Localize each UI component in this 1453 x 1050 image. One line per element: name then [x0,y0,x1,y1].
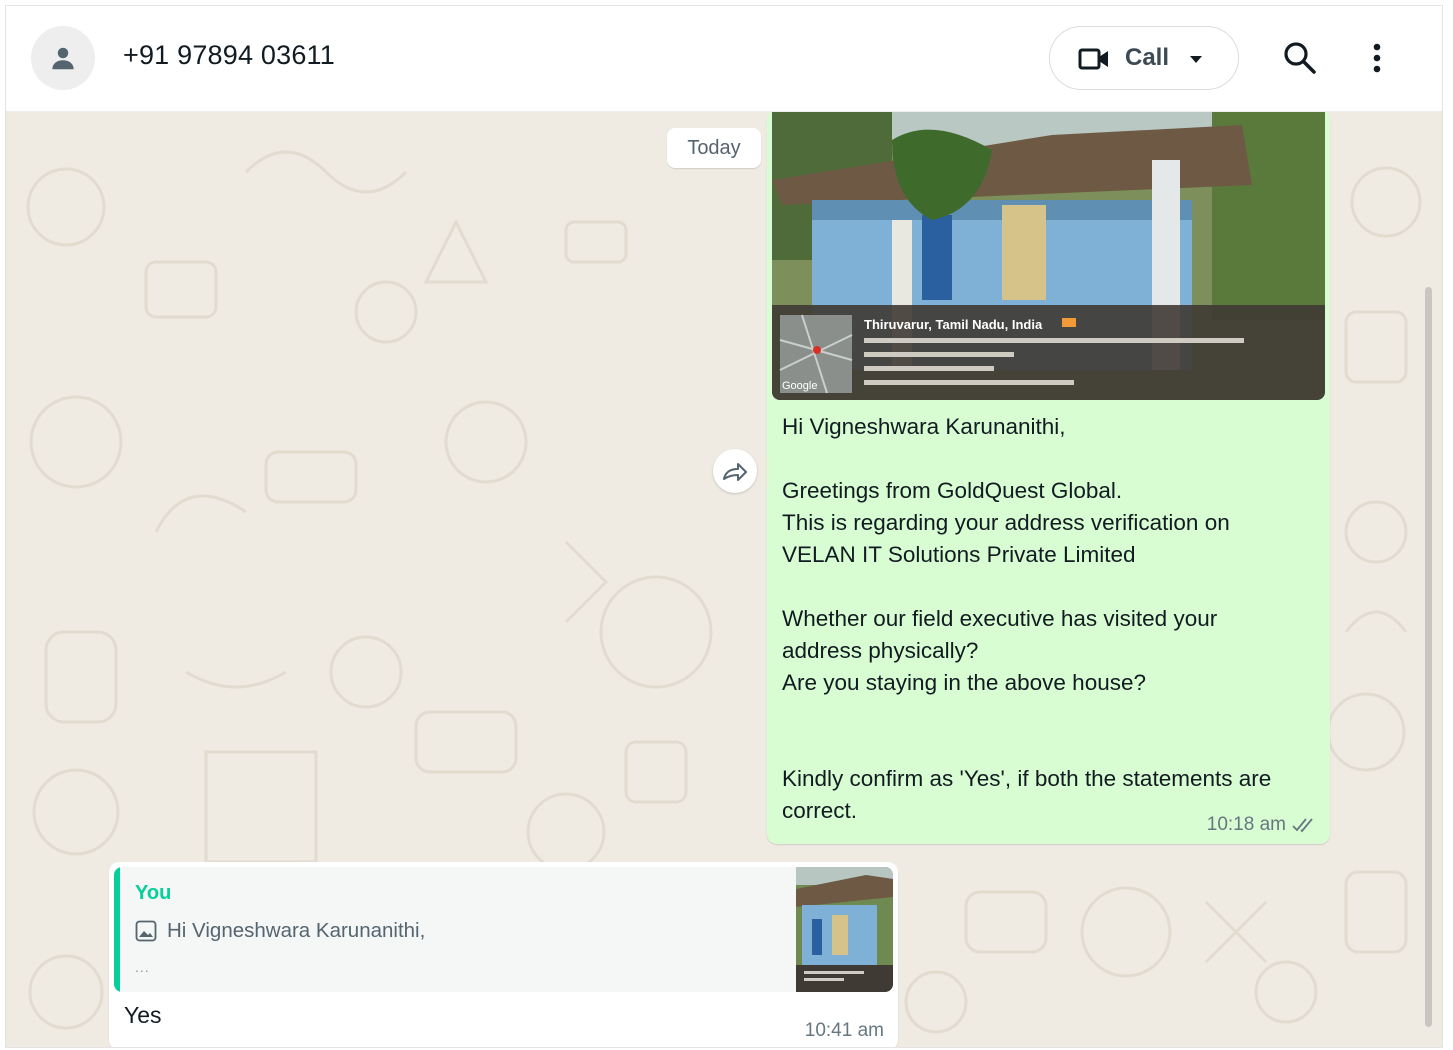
message-time: 10:18 am [1206,814,1286,835]
whatsapp-chat-window: +91 97894 03611 Call Today Thiruvarur, T… [5,5,1443,1048]
map-google-label: Google [782,380,817,392]
message-paragraph-2: Greetings from GoldQuest Global. This is… [782,478,1230,567]
outgoing-message-meta: 10:18 am [1207,814,1318,836]
kebab-menu-icon[interactable] [1372,42,1382,74]
video-camera-icon [1078,48,1108,70]
outgoing-message-text: Hi Vigneshwara Karunanithi, Greetings fr… [782,411,1317,827]
reply-text: Yes [124,1002,162,1028]
call-button[interactable]: Call [1049,26,1239,90]
message-paragraph-3: Whether our field executive has visited … [782,606,1218,695]
chat-area[interactable]: Today Thiruvarur, Tamil Nadu, India Goog… [6,112,1442,1047]
search-icon[interactable] [1283,41,1317,75]
chat-header: +91 97894 03611 Call [6,6,1442,112]
message-paragraph-1: Hi Vigneshwara Karunanithi, [782,414,1066,439]
contact-name[interactable]: +91 97894 03611 [123,40,335,71]
quote-text: Hi Vigneshwara Karunanithi, [167,919,426,942]
caret-down-icon[interactable] [1189,55,1203,64]
chat-scrollbar[interactable] [1425,287,1432,1027]
forward-icon [723,463,747,481]
quote-ellipsis: ... [135,959,150,975]
outgoing-message-bubble[interactable]: Thiruvarur, Tamil Nadu, India Google Hi … [767,112,1330,844]
quote-author: You [135,882,172,904]
house-thumbnail-image [796,867,893,992]
double-check-read-icon [1292,818,1313,833]
quote-preview: Hi Vigneshwara Karunanithi, [135,919,425,943]
forward-button[interactable] [713,449,757,493]
person-avatar-icon [52,47,74,70]
reply-message-time: 10:41 am [804,1020,884,1041]
quote-accent-bar [114,867,120,992]
call-button-label: Call [1125,44,1170,71]
contact-avatar[interactable] [31,26,95,90]
quote-thumbnail [796,867,893,992]
message-photo[interactable]: Thiruvarur, Tamil Nadu, India Google [772,112,1325,400]
quoted-message[interactable]: You Hi Vigneshwara Karunanithi, ... [114,867,893,992]
photo-icon [135,920,157,942]
date-divider: Today [667,128,761,168]
photo-location-label: Thiruvarur, Tamil Nadu, India [864,317,1043,332]
reply-message-bubble[interactable]: You Hi Vigneshwara Karunanithi, ... Yes … [109,862,898,1047]
house-photo-image: Thiruvarur, Tamil Nadu, India Google [772,112,1325,400]
